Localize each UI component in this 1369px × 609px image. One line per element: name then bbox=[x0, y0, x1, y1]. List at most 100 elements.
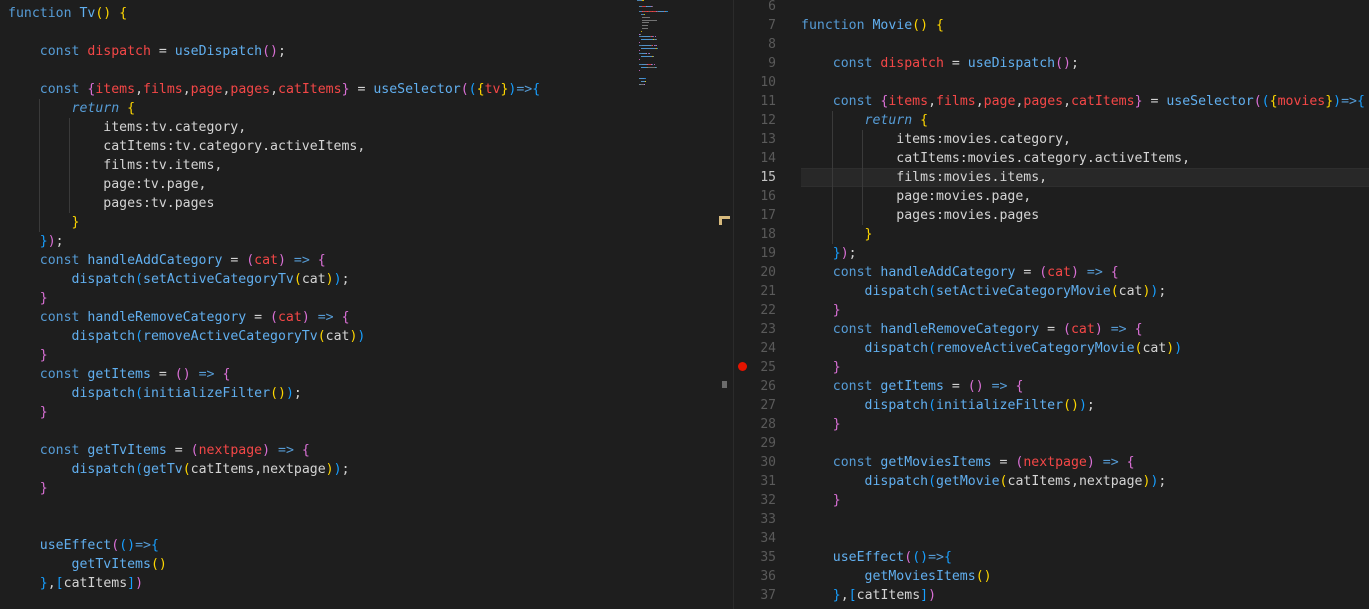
code-token: page bbox=[983, 94, 1016, 109]
code-line[interactable]: 34 bbox=[734, 529, 1369, 548]
code-line[interactable]: 21 dispatch(setActiveCategoryMovie(cat))… bbox=[734, 282, 1369, 301]
code-line[interactable]: 20 const handleAddCategory = (cat) => { bbox=[734, 263, 1369, 282]
code-line[interactable]: 36 getMoviesItems() bbox=[734, 567, 1369, 586]
code-line[interactable]: 8 bbox=[734, 35, 1369, 54]
code-line[interactable]: return { bbox=[0, 99, 628, 118]
breakpoint-dot-icon[interactable] bbox=[738, 362, 747, 371]
line-number[interactable]: 13 bbox=[734, 130, 776, 149]
code-line[interactable]: 11 const {items,films,page,pages,catItem… bbox=[734, 92, 1369, 111]
code-line[interactable]: 25 } bbox=[734, 358, 1369, 377]
code-line[interactable] bbox=[0, 517, 628, 536]
code-line[interactable]: const dispatch = useDispatch(); bbox=[0, 42, 628, 61]
line-number[interactable]: 8 bbox=[734, 35, 776, 54]
code-line[interactable] bbox=[0, 23, 628, 42]
code-line[interactable]: 33 bbox=[734, 510, 1369, 529]
code-line[interactable]: 19 }); bbox=[734, 244, 1369, 263]
line-number[interactable]: 18 bbox=[734, 225, 776, 244]
code-line[interactable]: const getItems = () => { bbox=[0, 365, 628, 384]
code-line[interactable]: 27 dispatch(initializeFilter()); bbox=[734, 396, 1369, 415]
code-line[interactable]: 16 page:movies.page, bbox=[734, 187, 1369, 206]
code-line[interactable]: 7 function Movie() { bbox=[734, 16, 1369, 35]
left-editor-pane[interactable]: function Tv() { const dispatch = useDisp… bbox=[0, 0, 733, 609]
code-line[interactable]: films:tv.items, bbox=[0, 156, 628, 175]
code-line[interactable]: dispatch(getTv(catItems,nextpage)); bbox=[0, 460, 628, 479]
code-line[interactable]: const {items,films,page,pages,catItems} … bbox=[0, 80, 628, 99]
code-line[interactable]: 30 const getMoviesItems = (nextpage) => … bbox=[734, 453, 1369, 472]
code-line[interactable]: const handleRemoveCategory = (cat) => { bbox=[0, 308, 628, 327]
code-line[interactable]: 22 } bbox=[734, 301, 1369, 320]
code-line[interactable] bbox=[0, 61, 628, 80]
line-number[interactable]: 22 bbox=[734, 301, 776, 320]
code-line[interactable]: const handleAddCategory = (cat) => { bbox=[0, 251, 628, 270]
code-line[interactable]: 32 } bbox=[734, 491, 1369, 510]
line-number[interactable]: 27 bbox=[734, 396, 776, 415]
line-number[interactable]: 15 bbox=[734, 168, 776, 187]
code-line[interactable] bbox=[0, 498, 628, 517]
line-number[interactable]: 20 bbox=[734, 263, 776, 282]
code-line[interactable]: 29 bbox=[734, 434, 1369, 453]
code-line[interactable]: },[catItems]) bbox=[0, 574, 628, 593]
code-line[interactable]: 12 return { bbox=[734, 111, 1369, 130]
line-number[interactable]: 35 bbox=[734, 548, 776, 567]
line-number[interactable]: 30 bbox=[734, 453, 776, 472]
code-line[interactable]: 14 catItems:movies.category.activeItems, bbox=[734, 149, 1369, 168]
code-line[interactable]: 6 bbox=[734, 0, 1369, 16]
line-number[interactable]: 33 bbox=[734, 510, 776, 529]
line-number[interactable]: 29 bbox=[734, 434, 776, 453]
code-line[interactable]: catItems:tv.category.activeItems, bbox=[0, 137, 628, 156]
line-number[interactable]: 24 bbox=[734, 339, 776, 358]
code-line[interactable]: useEffect(()=>{ bbox=[0, 536, 628, 555]
code-line[interactable]: } bbox=[0, 346, 628, 365]
code-line[interactable]: 24 dispatch(removeActiveCategoryMovie(ca… bbox=[734, 339, 1369, 358]
code-line[interactable]: 17 pages:movies.pages bbox=[734, 206, 1369, 225]
line-number[interactable]: 28 bbox=[734, 415, 776, 434]
code-line[interactable]: dispatch(setActiveCategoryTv(cat)); bbox=[0, 270, 628, 289]
line-number[interactable]: 32 bbox=[734, 491, 776, 510]
code-line[interactable]: 9 const dispatch = useDispatch(); bbox=[734, 54, 1369, 73]
code-line[interactable]: 23 const handleRemoveCategory = (cat) =>… bbox=[734, 320, 1369, 339]
line-number[interactable]: 14 bbox=[734, 149, 776, 168]
line-number[interactable]: 23 bbox=[734, 320, 776, 339]
code-line[interactable]: dispatch(removeActiveCategoryTv(cat)) bbox=[0, 327, 628, 346]
line-number[interactable]: 6 bbox=[734, 0, 776, 16]
code-line[interactable]: } bbox=[0, 213, 628, 232]
code-line[interactable]: 26 const getItems = () => { bbox=[734, 377, 1369, 396]
code-line[interactable]: 35 useEffect(()=>{ bbox=[734, 548, 1369, 567]
line-number[interactable]: 36 bbox=[734, 567, 776, 586]
line-number[interactable]: 26 bbox=[734, 377, 776, 396]
line-number[interactable]: 37 bbox=[734, 586, 776, 605]
code-line[interactable]: 13 items:movies.category, bbox=[734, 130, 1369, 149]
code-line[interactable]: 15 films:movies.items, bbox=[734, 168, 1369, 187]
code-line[interactable]: } bbox=[0, 289, 628, 308]
code-line[interactable]: items:tv.category, bbox=[0, 118, 628, 137]
code-line[interactable]: 28 } bbox=[734, 415, 1369, 434]
minimap[interactable] bbox=[637, 0, 727, 90]
line-number[interactable]: 19 bbox=[734, 244, 776, 263]
line-number[interactable]: 9 bbox=[734, 54, 776, 73]
line-number[interactable]: 10 bbox=[734, 73, 776, 92]
code-line[interactable]: 37 },[catItems]) bbox=[734, 586, 1369, 605]
code-line[interactable]: function Tv() { bbox=[0, 4, 628, 23]
right-editor-pane[interactable]: 6 7 function Movie() {8 9 const dispatch = … bbox=[733, 0, 1369, 609]
code-line[interactable]: 10 bbox=[734, 73, 1369, 92]
code-line[interactable]: getTvItems() bbox=[0, 555, 628, 574]
line-number[interactable]: 34 bbox=[734, 529, 776, 548]
line-number[interactable]: 17 bbox=[734, 206, 776, 225]
code-line[interactable]: 18 } bbox=[734, 225, 1369, 244]
scrollbar-thumb[interactable] bbox=[722, 381, 727, 388]
line-number[interactable]: 7 bbox=[734, 16, 776, 35]
code-line[interactable]: dispatch(initializeFilter()); bbox=[0, 384, 628, 403]
code-line[interactable]: 31 dispatch(getMovie(catItems,nextpage))… bbox=[734, 472, 1369, 491]
line-number[interactable]: 16 bbox=[734, 187, 776, 206]
code-line[interactable] bbox=[0, 422, 628, 441]
line-number[interactable]: 21 bbox=[734, 282, 776, 301]
code-line[interactable]: } bbox=[0, 479, 628, 498]
code-line[interactable]: pages:tv.pages bbox=[0, 194, 628, 213]
line-number[interactable]: 12 bbox=[734, 111, 776, 130]
code-line[interactable]: const getTvItems = (nextpage) => { bbox=[0, 441, 628, 460]
code-line[interactable]: } bbox=[0, 403, 628, 422]
line-number[interactable]: 11 bbox=[734, 92, 776, 111]
code-line[interactable]: }); bbox=[0, 232, 628, 251]
code-line[interactable]: page:tv.page, bbox=[0, 175, 628, 194]
line-number[interactable]: 31 bbox=[734, 472, 776, 491]
